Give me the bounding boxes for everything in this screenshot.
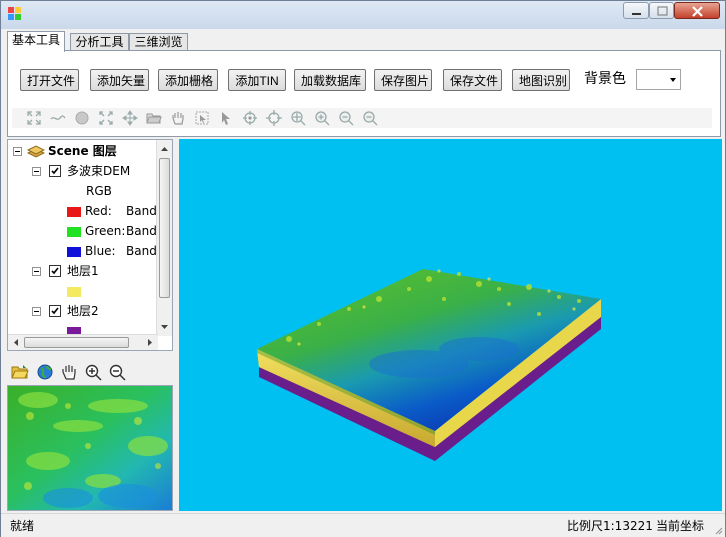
dem-layer-label[interactable]: 多波束DEM bbox=[67, 162, 130, 180]
pan-hand-icon[interactable] bbox=[60, 363, 78, 381]
map-identify-button[interactable]: 地图识别 bbox=[512, 69, 570, 91]
layer1-swatch bbox=[67, 287, 81, 297]
add-raster-button[interactable]: 添加栅格 bbox=[158, 69, 218, 91]
layer2-visible-checkbox[interactable] bbox=[49, 305, 61, 317]
rgb-label: RGB bbox=[86, 184, 112, 198]
map-toolbar bbox=[12, 108, 712, 128]
status-scale-text: 比例尺1:13221 bbox=[567, 519, 653, 533]
app-icon bbox=[8, 7, 21, 20]
maximize-button[interactable] bbox=[649, 2, 674, 19]
target-center-icon[interactable] bbox=[290, 110, 306, 126]
collapse-scene-toggle[interactable] bbox=[13, 147, 22, 156]
tab-basic-tools[interactable]: 基本工具 bbox=[7, 31, 65, 52]
layer-tree[interactable]: Scene 图层 多波束DEM RGB Red: Band Green: Ban… bbox=[7, 139, 173, 351]
fixed-zoom-icon[interactable] bbox=[98, 110, 114, 126]
scroll-down-icon[interactable] bbox=[157, 321, 172, 333]
layer1-label[interactable]: 地层1 bbox=[67, 262, 99, 280]
save-image-button[interactable]: 保存图片 bbox=[374, 69, 432, 91]
green-swatch bbox=[67, 227, 81, 237]
zoom-in-icon[interactable] bbox=[84, 363, 102, 381]
save-file-button[interactable]: 保存文件 bbox=[443, 69, 502, 91]
full-extent-icon[interactable] bbox=[26, 110, 42, 126]
blue-swatch bbox=[67, 247, 81, 257]
tab-analysis-tools[interactable]: 分析工具 bbox=[70, 33, 129, 51]
tree-horizontal-thumb[interactable] bbox=[24, 337, 129, 348]
status-ready-text: 就绪 bbox=[10, 519, 35, 533]
add-tin-button[interactable]: 添加TIN bbox=[228, 69, 286, 91]
close-button[interactable] bbox=[674, 2, 720, 19]
select-arrow-icon[interactable] bbox=[218, 110, 234, 126]
tab-3d-browse[interactable]: 三维浏览 bbox=[129, 33, 188, 51]
fly-icon[interactable] bbox=[266, 110, 282, 126]
resize-grip-icon[interactable] bbox=[713, 525, 723, 535]
open-folder-icon[interactable] bbox=[11, 363, 29, 381]
scroll-left-icon[interactable] bbox=[10, 335, 22, 350]
zoom-out-icon[interactable] bbox=[108, 363, 126, 381]
collapse-layer1-toggle[interactable] bbox=[32, 267, 41, 276]
overview-toolbar bbox=[7, 361, 173, 383]
overview-dem-image bbox=[8, 386, 172, 510]
title-bar bbox=[1, 1, 725, 29]
red-channel-label: Red: bbox=[85, 204, 112, 218]
dropdown-arrow-icon bbox=[670, 78, 676, 82]
globe-icon[interactable] bbox=[74, 110, 90, 126]
tab-panel-basic-tools: 打开文件 添加矢量 添加栅格 添加TIN 加载数据库 保存图片 保存文件 地图识… bbox=[7, 50, 721, 137]
main-window: 基本工具 分析工具 三维浏览 打开文件 添加矢量 添加栅格 添加TIN 加载数据… bbox=[0, 0, 726, 537]
scene-layers-root[interactable]: Scene 图层 bbox=[48, 142, 117, 160]
scroll-right-icon[interactable] bbox=[144, 335, 156, 350]
green-channel-band: Band bbox=[126, 224, 157, 238]
green-channel-label: Green: bbox=[85, 224, 126, 238]
collapse-dem-toggle[interactable] bbox=[32, 167, 41, 176]
overview-map[interactable] bbox=[7, 385, 173, 511]
background-color-label: 背景色 bbox=[584, 71, 626, 87]
background-color-select[interactable] bbox=[636, 69, 681, 90]
dem-visible-checkbox[interactable] bbox=[49, 165, 61, 177]
minimize-button[interactable] bbox=[623, 2, 649, 19]
tree-horizontal-scrollbar[interactable] bbox=[8, 334, 158, 350]
collapse-layer2-toggle[interactable] bbox=[32, 307, 41, 316]
red-swatch bbox=[67, 207, 81, 217]
select-features-icon[interactable] bbox=[194, 110, 210, 126]
tree-vertical-thumb[interactable] bbox=[159, 158, 170, 298]
dem-3d-block bbox=[257, 269, 601, 461]
open-folder-icon[interactable] bbox=[146, 110, 162, 126]
layer2-label[interactable]: 地层2 bbox=[67, 302, 99, 320]
layers-icon bbox=[27, 145, 45, 158]
zoom-out-icon[interactable] bbox=[338, 110, 354, 126]
tree-vertical-scrollbar[interactable] bbox=[156, 140, 172, 336]
status-coordinate-text: 当前坐标 bbox=[656, 519, 705, 533]
scene-3d-view[interactable] bbox=[179, 139, 722, 511]
globe-icon[interactable] bbox=[36, 363, 54, 381]
pan-center-icon[interactable] bbox=[122, 110, 138, 126]
status-bar: 就绪 比例尺1:13221 当前坐标 bbox=[1, 513, 725, 537]
zoom-out-fixed-icon[interactable] bbox=[362, 110, 378, 126]
load-database-button[interactable]: 加载数据库 bbox=[294, 69, 366, 91]
zoom-in-icon[interactable] bbox=[314, 110, 330, 126]
blue-channel-label: Blue: bbox=[85, 244, 116, 258]
navigate-icon[interactable] bbox=[242, 110, 258, 126]
open-file-button[interactable]: 打开文件 bbox=[20, 69, 79, 91]
red-channel-band: Band bbox=[126, 204, 157, 218]
layer1-visible-checkbox[interactable] bbox=[49, 265, 61, 277]
add-vector-button[interactable]: 添加矢量 bbox=[90, 69, 149, 91]
pan-hand-icon[interactable] bbox=[170, 110, 186, 126]
measure-line-icon[interactable] bbox=[50, 110, 66, 126]
scroll-up-icon[interactable] bbox=[157, 143, 172, 155]
